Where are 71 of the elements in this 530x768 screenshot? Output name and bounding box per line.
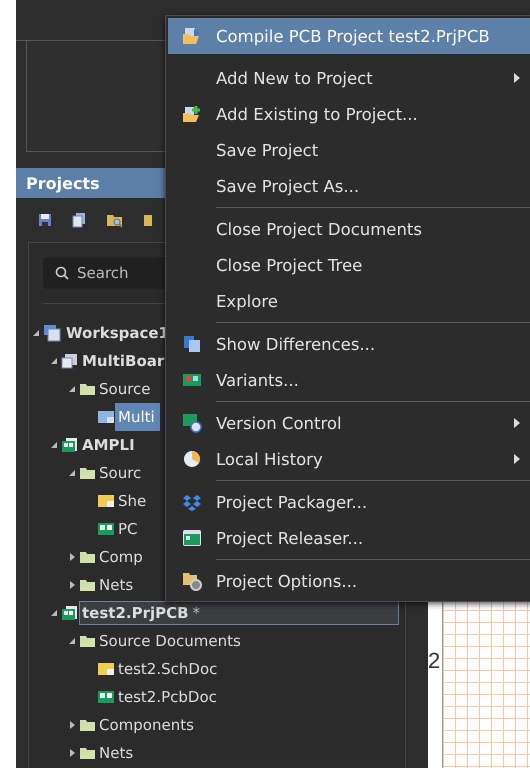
menu-item[interactable]: Local History: [168, 441, 530, 477]
boards-icon: [61, 353, 79, 369]
expanded-arrow-icon[interactable]: [50, 609, 58, 617]
expanded-arrow-icon[interactable]: [68, 637, 76, 645]
folder-icon[interactable]: [144, 213, 152, 227]
menu-item[interactable]: Close Project Tree: [168, 247, 530, 283]
save-icon[interactable]: [38, 213, 52, 227]
menu-item[interactable]: Project Options...: [168, 563, 530, 599]
pcb-clock-icon: [182, 413, 202, 433]
clock-icon: [183, 450, 201, 468]
folder-icon: [79, 382, 96, 396]
expanded-arrow-icon[interactable]: [32, 329, 40, 337]
tree-item[interactable]: test2.SchDoc: [115, 655, 222, 683]
folder-gear-icon: [182, 571, 202, 591]
tree-item[interactable]: Components: [96, 711, 199, 739]
tree-item[interactable]: Source: [96, 375, 156, 403]
collapsed-arrow-icon[interactable]: [68, 553, 76, 561]
search-icon: [55, 266, 69, 280]
expanded-arrow-icon[interactable]: [68, 469, 76, 477]
menu-item[interactable]: Compile PCB Project test2.PrjPCB: [168, 18, 530, 54]
folder-icon: [79, 746, 96, 760]
folder-search-icon[interactable]: [106, 212, 124, 228]
tree-item[interactable]: test2.PrjPCB *: [79, 601, 399, 625]
menu-item[interactable]: Add Existing to Project...: [168, 96, 530, 132]
folder-icon: [79, 550, 96, 564]
schematic-icon: [97, 662, 115, 676]
documents-icon[interactable]: [72, 212, 86, 228]
menu-item[interactable]: Explore: [168, 283, 530, 319]
tree-item[interactable]: AMPLI: [79, 431, 140, 459]
tree-item[interactable]: She: [115, 487, 152, 515]
menu-item[interactable]: Project Releaser...: [168, 520, 530, 556]
collapsed-arrow-icon[interactable]: [68, 749, 76, 757]
menu-item[interactable]: Show Differences...: [168, 326, 530, 362]
tree-item[interactable]: PC: [115, 515, 143, 543]
folder-icon: [79, 578, 96, 592]
pcb-icon: [97, 522, 115, 536]
pcb-project-icon: [61, 437, 79, 453]
folder-play-icon: [182, 27, 202, 45]
collapsed-arrow-icon[interactable]: [68, 581, 76, 589]
pcb-icon: [182, 373, 202, 387]
workspace-icon: [43, 324, 63, 342]
menu-item[interactable]: Variants...: [168, 362, 530, 398]
pcb-icon: [97, 690, 115, 704]
schematic-icon: [97, 494, 115, 508]
folder-icon: [79, 466, 96, 480]
tree-item[interactable]: Source Documents: [96, 627, 246, 655]
folder-icon: [79, 718, 96, 732]
menu-item[interactable]: Version Control: [168, 405, 530, 441]
expanded-arrow-icon[interactable]: [50, 357, 58, 365]
tree-item[interactable]: Multi: [115, 403, 160, 431]
pcb-icon: [182, 529, 202, 547]
tree-item[interactable]: Nets: [96, 571, 138, 599]
menu-item[interactable]: Close Project Documents: [168, 211, 530, 247]
folder-plus-icon: [182, 105, 202, 123]
modified-mark: *: [192, 604, 200, 622]
expanded-arrow-icon[interactable]: [68, 385, 76, 393]
tree-item[interactable]: Sourc: [96, 459, 146, 487]
menu-item[interactable]: Add New to Project: [168, 60, 530, 96]
tree-item[interactable]: Nets: [96, 739, 138, 767]
tree-item[interactable]: Comp: [96, 543, 148, 571]
collapsed-arrow-icon[interactable]: [68, 721, 76, 729]
document-icon: [97, 410, 115, 424]
boxes-icon: [183, 493, 201, 511]
pcb-project-icon: [61, 605, 79, 621]
expanded-arrow-icon[interactable]: [50, 441, 58, 449]
menu-item[interactable]: Project Packager...: [168, 484, 530, 520]
tree-item[interactable]: test2.PcbDoc: [115, 683, 222, 711]
tree-item[interactable]: MultiBoar: [79, 347, 170, 375]
menu-item[interactable]: Save Project: [168, 132, 530, 168]
folder-icon: [79, 634, 96, 648]
documents-icon: [183, 335, 201, 353]
